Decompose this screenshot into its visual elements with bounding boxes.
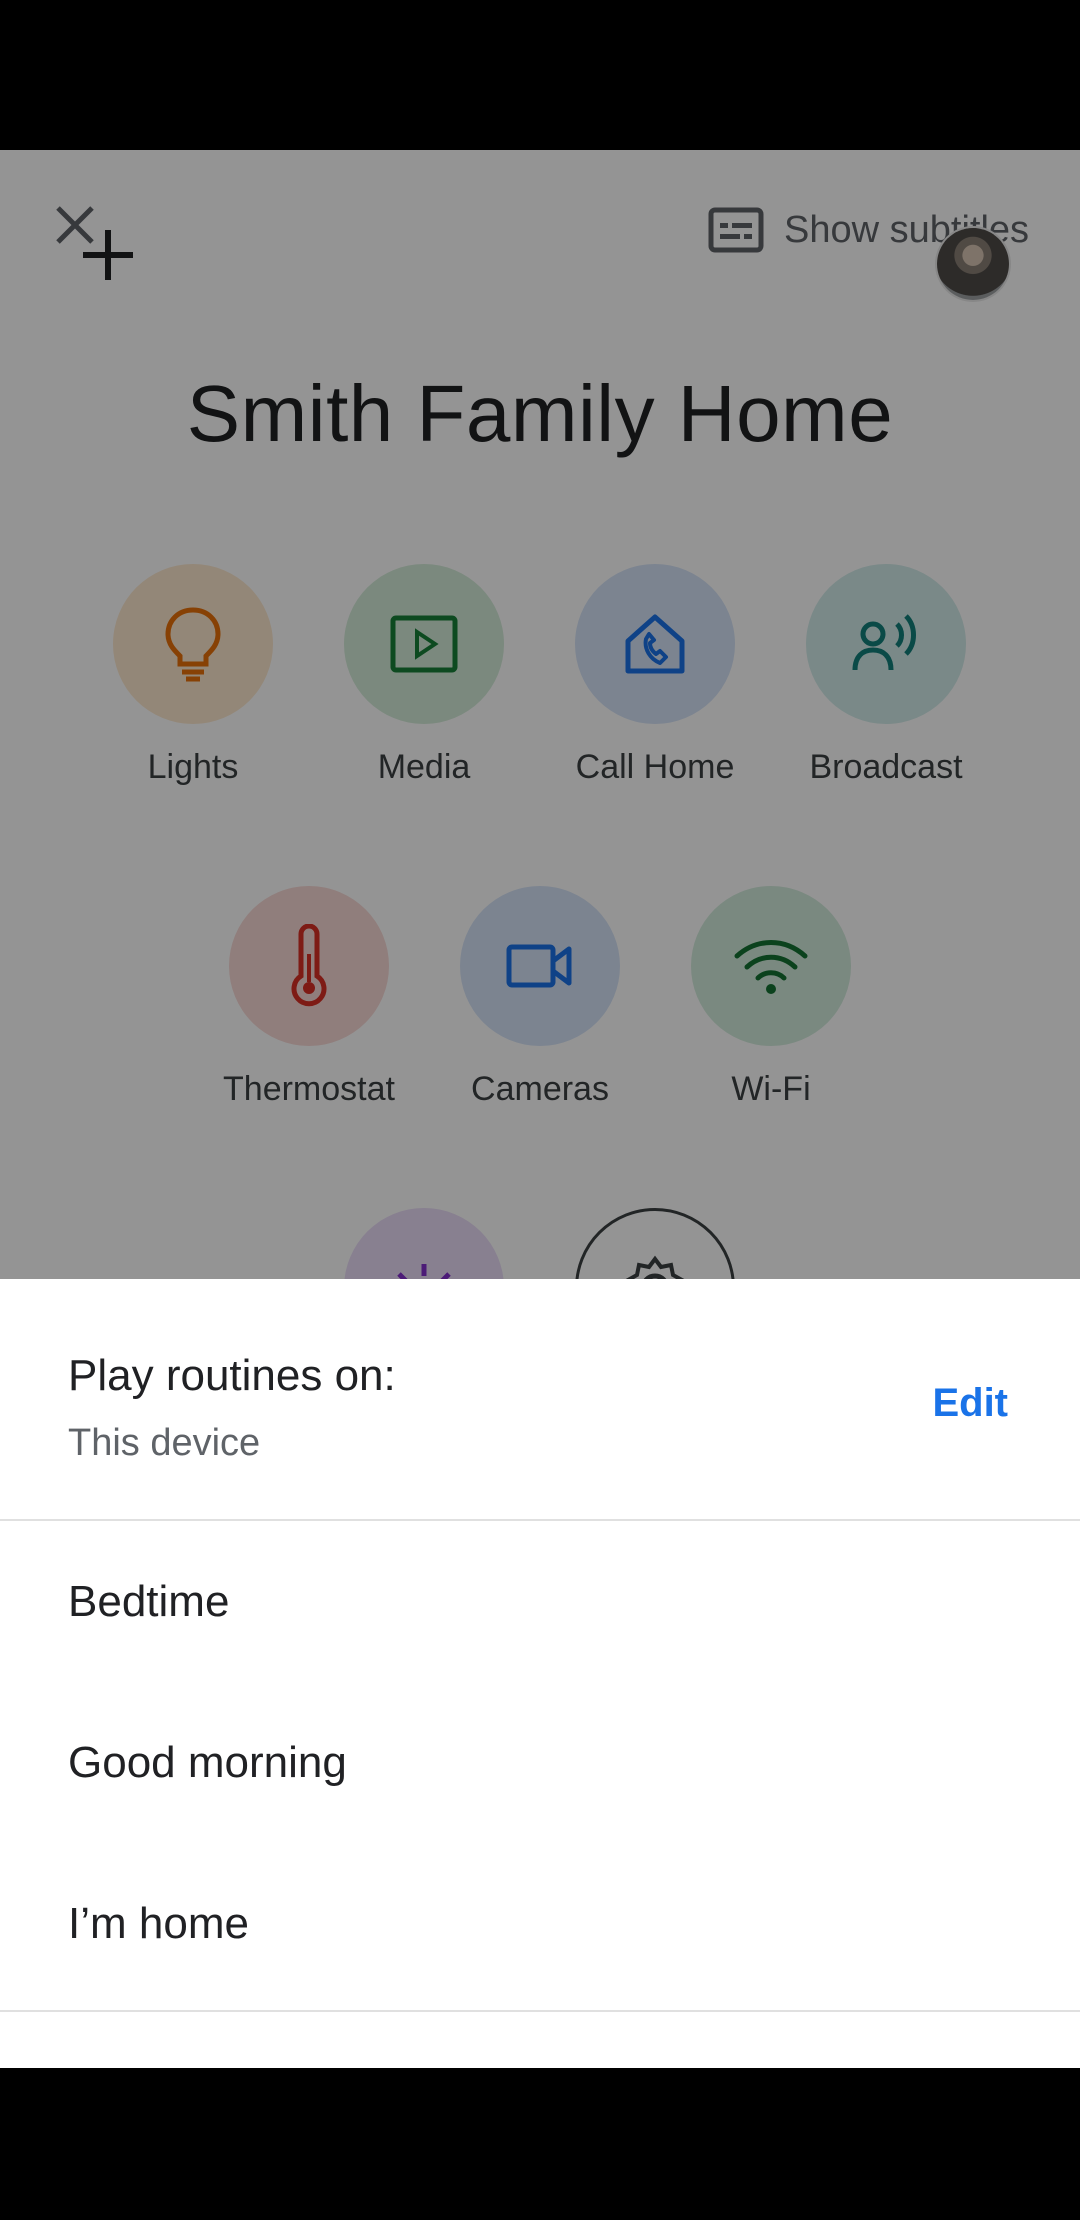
sheet-header: Play routines on: This device Edit [0,1279,1080,1521]
edit-button[interactable]: Edit [932,1381,1008,1426]
status-bar [0,0,1080,150]
routines-bottom-sheet: Play routines on: This device Edit Bedti… [0,1279,1080,2068]
sheet-title: Play routines on: [68,1351,396,1400]
screen: Show subtitles Smith Family Home Lights [0,150,1080,2068]
routine-item-im-home[interactable]: I’m home [0,1843,1080,2004]
sheet-subtitle: This device [68,1422,261,1464]
routine-item-bedtime[interactable]: Bedtime [0,1521,1080,1682]
divider [0,2010,1080,2012]
routine-item-good-morning[interactable]: Good morning [0,1682,1080,1843]
navigation-bar [0,2068,1080,2220]
